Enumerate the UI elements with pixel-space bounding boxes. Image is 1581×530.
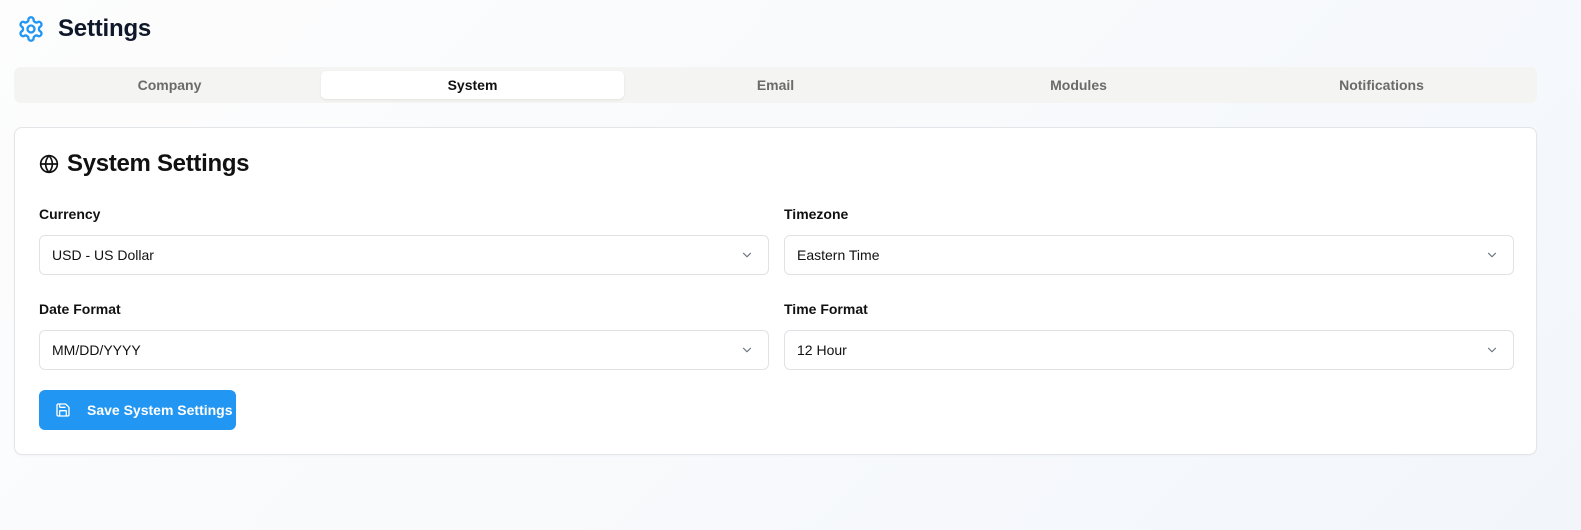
currency-label: Currency [39,206,101,222]
settings-tabs: Company System Email Modules Notificatio… [14,67,1537,103]
globe-icon [39,154,59,174]
chevron-down-icon [740,248,754,262]
time-format-field: Time Format 12 Hour [784,300,1514,370]
page-header: Settings [16,12,151,46]
tab-email[interactable]: Email [624,71,927,99]
date-format-field: Date Format MM/DD/YYYY [39,300,769,370]
tab-notifications[interactable]: Notifications [1230,71,1533,99]
card-header: System Settings [39,150,250,178]
timezone-field: Timezone Eastern Time [784,205,1514,275]
time-format-select[interactable]: 12 Hour [784,330,1514,370]
chevron-down-icon [740,343,754,357]
timezone-value: Eastern Time [797,247,880,263]
card-title: System Settings [67,150,250,177]
timezone-select[interactable]: Eastern Time [784,235,1514,275]
tab-company[interactable]: Company [18,71,321,99]
date-format-value: MM/DD/YYYY [52,342,141,358]
chevron-down-icon [1485,248,1499,262]
system-settings-card: System Settings Currency USD - US Dollar… [14,127,1537,455]
date-format-label: Date Format [39,301,121,317]
date-format-select[interactable]: MM/DD/YYYY [39,330,769,370]
gear-icon [16,14,46,44]
timezone-label: Timezone [784,206,849,222]
time-format-value: 12 Hour [797,342,847,358]
chevron-down-icon [1485,343,1499,357]
save-icon [55,402,71,418]
tab-modules[interactable]: Modules [927,71,1230,99]
currency-select[interactable]: USD - US Dollar [39,235,769,275]
save-system-settings-button[interactable]: Save System Settings [39,390,236,430]
save-button-label: Save System Settings [87,402,233,418]
time-format-label: Time Format [784,301,868,317]
currency-field: Currency USD - US Dollar [39,205,769,275]
tab-system[interactable]: System [321,71,624,99]
page-title: Settings [58,15,152,42]
currency-value: USD - US Dollar [52,247,154,263]
